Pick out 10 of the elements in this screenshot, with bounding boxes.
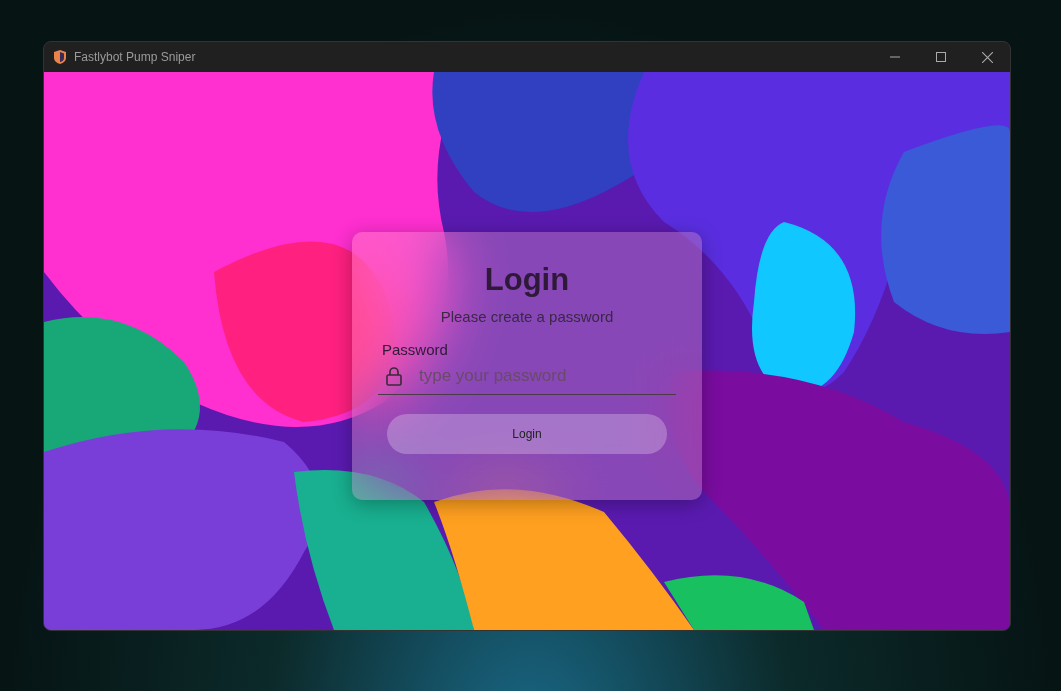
login-title: Login (484, 262, 570, 298)
window-title: Fastlybot Pump Sniper (74, 50, 196, 64)
login-button[interactable]: Login (387, 414, 667, 454)
close-icon[interactable] (981, 51, 993, 63)
maximize-icon[interactable] (936, 52, 946, 62)
shield-icon (54, 50, 66, 64)
login-subtitle: Please create a password (440, 308, 614, 325)
lock-icon (386, 366, 402, 386)
field-label: Password (382, 341, 448, 358)
password-field[interactable]: type your password (417, 365, 676, 387)
